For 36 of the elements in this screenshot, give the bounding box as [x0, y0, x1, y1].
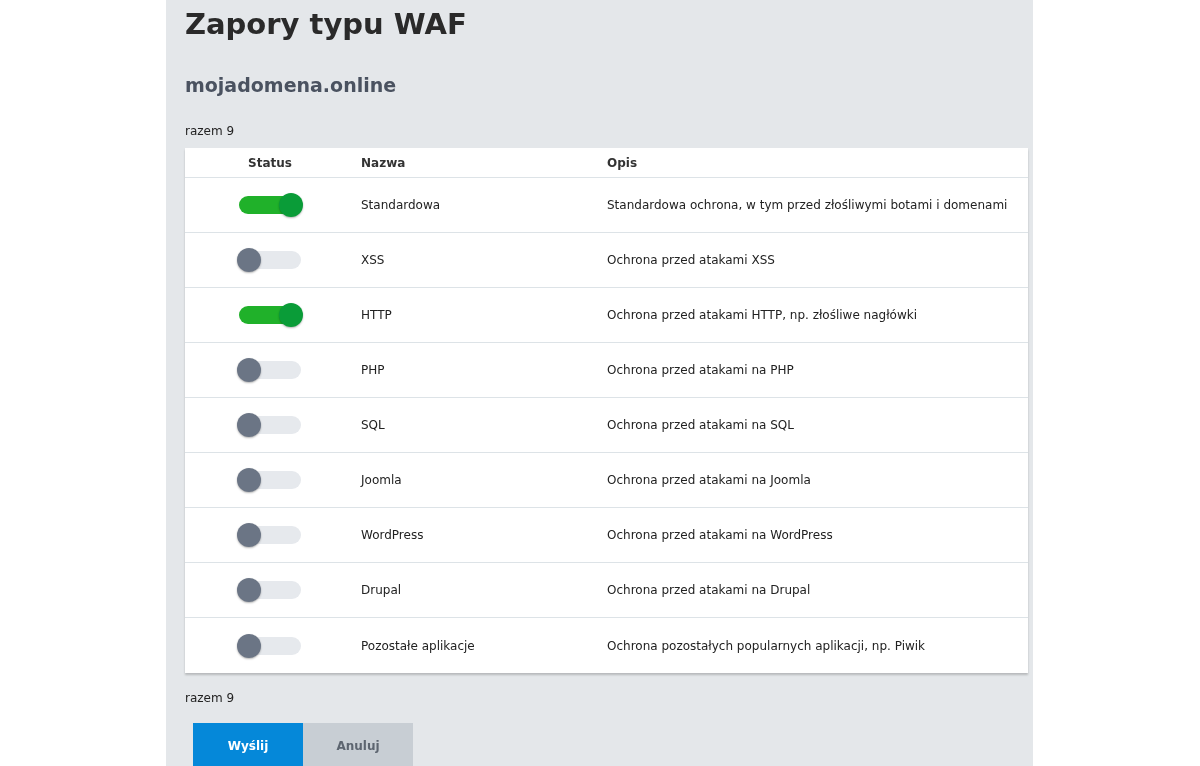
table-cell: Ochrona przed atakami na Joomla [607, 473, 811, 487]
table-cell: Standardowa ochrona, w tym przed złośliwymi botami i domenami [607, 198, 1008, 212]
table-cell: Pozostałe aplikacje [361, 638, 475, 653]
toggle-switch[interactable] [237, 523, 303, 547]
toggle-switch[interactable] [237, 303, 303, 327]
submit-button[interactable]: Wyślij [193, 723, 303, 766]
toggle-switch[interactable] [237, 468, 303, 492]
table-cell: XSS [361, 253, 385, 267]
table-cell: Ochrona pozostałych popularnych aplikacji, np. Piwik [607, 638, 926, 653]
total-count: razem 9 [185, 123, 236, 140]
page-title: Zapory typu WAF [185, 6, 468, 42]
table-cell: Ochrona przed atakami na PHP [607, 363, 794, 377]
table-cell: SQL [361, 418, 385, 432]
cancel-button[interactable]: Anuluj [303, 723, 413, 766]
column-header: Nazwa [361, 155, 406, 170]
toggle-switch[interactable] [237, 358, 303, 382]
table-cell: Drupal [361, 583, 402, 597]
column-header: Status [248, 154, 292, 172]
toggle-switch[interactable] [237, 248, 303, 272]
column-header: Opis [607, 155, 638, 170]
table-cell: Ochrona przed atakami XSS [607, 253, 775, 267]
table-cell: Ochrona przed atakami HTTP, np. złośliwe nagłówki [607, 308, 918, 322]
domain-heading: mojadomena.online [185, 73, 398, 98]
toggle-switch[interactable] [237, 193, 303, 217]
total-count: razem 9 [185, 690, 236, 707]
table-cell: Ochrona przed atakami na WordPress [607, 528, 833, 542]
table-cell: Joomla [361, 473, 402, 487]
table-cell: Ochrona przed atakami na SQL [607, 418, 794, 432]
table-cell: HTTP [361, 308, 392, 322]
table-cell: WordPress [361, 528, 424, 542]
toggle-switch[interactable] [237, 633, 303, 658]
table-cell: Standardowa [361, 198, 441, 212]
table-cell: Ochrona przed atakami na Drupal [607, 583, 811, 597]
toggle-switch[interactable] [237, 413, 303, 437]
table-cell: PHP [361, 363, 385, 377]
toggle-switch[interactable] [237, 578, 303, 602]
